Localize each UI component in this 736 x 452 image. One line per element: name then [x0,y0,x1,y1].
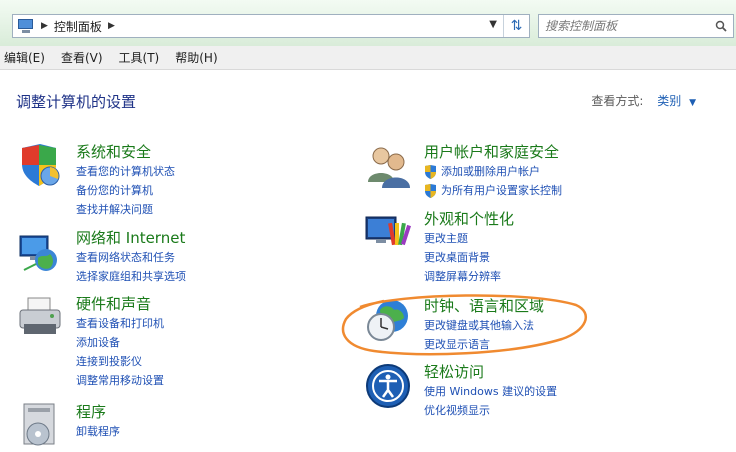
appearance-icon[interactable] [364,209,412,257]
view-by-dropdown[interactable]: 类别 [657,94,681,108]
link-label[interactable]: 添加或删除用户帐户 [441,162,540,181]
breadcrumb-control-panel[interactable]: 控制面板 [54,18,102,35]
link-windows-recommended[interactable]: 使用 Windows 建议的设置 [424,382,557,401]
search-box[interactable] [538,14,734,38]
link-change-theme[interactable]: 更改主题 [424,229,514,248]
link-homegroup[interactable]: 选择家庭组和共享选项 [76,267,186,286]
category-title[interactable]: 外观和个性化 [424,209,514,229]
uac-shield-icon [425,183,436,198]
refresh-button[interactable]: ⇅ [503,15,529,37]
users-icon[interactable] [364,142,412,190]
link-backup[interactable]: 备份您的计算机 [76,181,175,200]
uac-shield-icon [425,164,436,179]
category-title[interactable]: 用户帐户和家庭安全 [424,142,562,162]
link-network-status[interactable]: 查看网络状态和任务 [76,248,186,267]
view-by-arrow-icon[interactable]: ▼ [689,98,696,108]
address-box[interactable]: ▶ 控制面板 ▶ ▼ ⇅ [12,14,530,38]
search-input[interactable] [545,19,705,33]
control-panel-icon [17,18,35,34]
link-optimize-display[interactable]: 优化视频显示 [424,401,557,420]
category-title[interactable]: 轻松访问 [424,362,557,382]
menu-view[interactable]: 查看(V) [61,49,103,66]
breadcrumb-arrow-icon[interactable]: ▶ [108,21,115,31]
clock-globe-icon[interactable] [364,296,412,344]
address-bar-area: ▶ 控制面板 ▶ ▼ ⇅ [0,0,736,46]
view-by-label: 查看方式: [591,94,644,108]
link-uninstall[interactable]: 卸载程序 [76,422,120,441]
menu-help[interactable]: 帮助(H) [175,49,217,66]
link-display-language[interactable]: 更改显示语言 [424,335,544,354]
menu-bar: 编辑(E) 查看(V) 工具(T) 帮助(H) [0,46,736,70]
address-dropdown-icon[interactable]: ▼ [489,19,497,30]
category-title[interactable]: 时钟、语言和区域 [424,296,544,316]
link-add-device[interactable]: 添加设备 [76,333,164,352]
programs-icon[interactable] [16,402,64,450]
link-devices-printers[interactable]: 查看设备和打印机 [76,314,164,333]
category-title[interactable]: 程序 [76,402,120,422]
page-title: 调整计算机的设置 [16,93,137,111]
link-view-status[interactable]: 查看您的计算机状态 [76,162,175,181]
link-mobility[interactable]: 调整常用移动设置 [76,371,164,390]
category-title[interactable]: 硬件和声音 [76,294,164,314]
menu-edit[interactable]: 编辑(E) [4,49,45,66]
category-title[interactable]: 系统和安全 [76,142,175,162]
search-icon[interactable] [715,20,727,32]
printer-icon[interactable] [16,294,64,342]
menu-tools[interactable]: 工具(T) [119,49,160,66]
view-by: 查看方式: 类别 ▼ [591,92,696,109]
link-screen-resolution[interactable]: 调整屏幕分辨率 [424,267,514,286]
link-troubleshoot[interactable]: 查找并解决问题 [76,200,175,219]
link-add-remove-accounts[interactable]: 添加或删除用户帐户 [424,162,562,181]
link-label[interactable]: 为所有用户设置家长控制 [441,181,562,200]
network-globe-icon[interactable] [16,228,64,276]
ease-of-access-icon[interactable] [364,362,412,410]
link-parental-controls[interactable]: 为所有用户设置家长控制 [424,181,562,200]
security-shield-icon[interactable] [16,142,64,190]
breadcrumb-arrow-icon[interactable]: ▶ [41,21,48,31]
category-title[interactable]: 网络和 Internet [76,228,186,248]
link-desktop-background[interactable]: 更改桌面背景 [424,248,514,267]
link-keyboard-input[interactable]: 更改键盘或其他输入法 [424,316,544,335]
link-projector[interactable]: 连接到投影仪 [76,352,164,371]
